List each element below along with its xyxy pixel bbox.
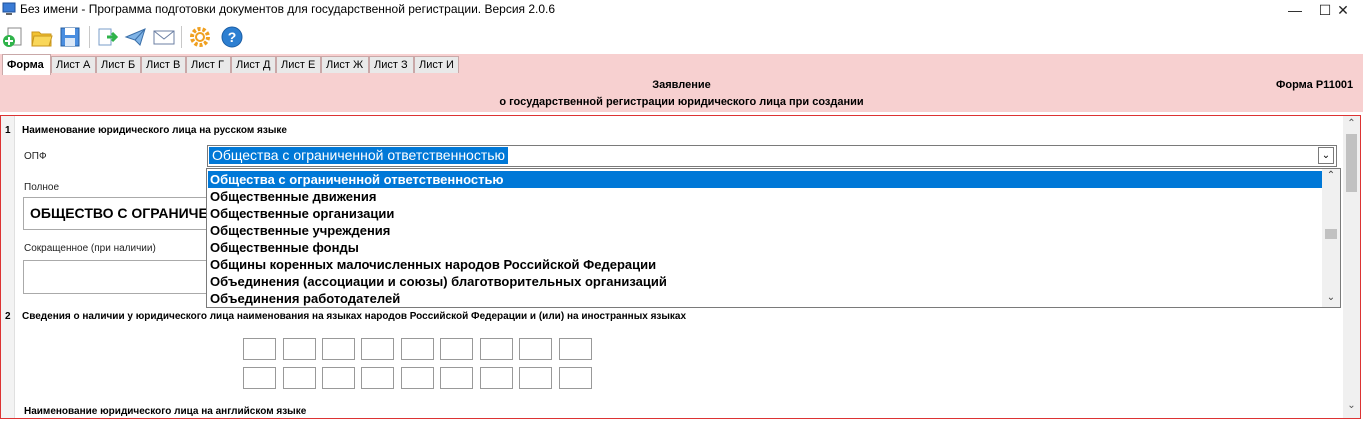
send-icon[interactable]	[123, 24, 149, 50]
dropdown-option[interactable]: Общины коренных малочисленных народов Ро…	[208, 256, 1322, 273]
language-cell[interactable]	[361, 338, 394, 360]
dropdown-option[interactable]: Общественные организации	[208, 205, 1322, 222]
dropdown-option[interactable]: Общественные движения	[208, 188, 1322, 205]
tab-list-e[interactable]: Лист Е	[276, 56, 321, 73]
short-name-label: Сокращенное (при наличии)	[24, 243, 156, 254]
open-folder-icon[interactable]	[29, 24, 55, 50]
tab-list-a[interactable]: Лист А	[51, 56, 96, 73]
window-title: Без имени - Программа подготовки докумен…	[20, 2, 556, 16]
form-code: Форма Р11001	[1276, 79, 1354, 91]
chevron-down-icon[interactable]: ⌄	[1318, 147, 1334, 164]
english-name-label: Наименование юридического лица на англий…	[24, 406, 307, 417]
tab-list-d[interactable]: Лист Д	[231, 56, 276, 73]
tab-list-zh[interactable]: Лист Ж	[321, 56, 369, 73]
language-cell[interactable]	[519, 338, 552, 360]
opf-dropdown-list: Общества с ограниченной ответственностью…	[206, 168, 1341, 308]
full-name-input[interactable]: ОБЩЕСТВО С ОГРАНИЧЕ	[23, 197, 208, 230]
save-icon[interactable]	[57, 24, 83, 50]
mail-icon[interactable]	[151, 24, 177, 50]
short-name-input[interactable]	[23, 260, 207, 294]
chevron-down-icon[interactable]: ⌄	[1343, 400, 1360, 414]
toolbar-divider	[181, 26, 182, 48]
tab-list-g[interactable]: Лист Г	[186, 56, 231, 73]
opf-label: ОПФ	[24, 151, 47, 162]
dropdown-option[interactable]: Общества с ограниченной ответственностью	[208, 171, 1322, 188]
dropdown-scroll-thumb[interactable]	[1325, 229, 1337, 239]
language-cell[interactable]	[401, 367, 434, 389]
section-gutter	[1, 116, 15, 418]
language-cell[interactable]	[480, 338, 513, 360]
language-cell[interactable]	[559, 338, 592, 360]
chevron-up-icon[interactable]: ⌃	[1343, 118, 1360, 132]
export-icon[interactable]	[95, 24, 121, 50]
language-cell[interactable]	[519, 367, 552, 389]
dropdown-option[interactable]: Общественные учреждения	[208, 222, 1322, 239]
form-subtitle: о государственной регистрации юридическо…	[499, 96, 864, 108]
opf-selected-value: Общества с ограниченной ответственностью	[209, 147, 509, 164]
tab-list-v[interactable]: Лист В	[141, 56, 186, 73]
section-2-number: 2	[5, 311, 11, 322]
section-1-title: Наименование юридического лица на русско…	[22, 125, 287, 136]
app-icon	[2, 2, 16, 16]
dropdown-option[interactable]: Общественные фонды	[208, 239, 1322, 256]
language-cell[interactable]	[283, 338, 316, 360]
help-icon[interactable]: ?	[219, 24, 245, 50]
form-title: Заявление	[652, 79, 711, 91]
svg-text:?: ?	[228, 29, 237, 45]
new-document-icon[interactable]	[1, 24, 27, 50]
tab-list-i[interactable]: Лист И	[414, 56, 459, 73]
dropdown-option[interactable]: Объединения (ассоциации и союзы) благотв…	[208, 273, 1322, 290]
language-cell[interactable]	[361, 367, 394, 389]
tab-forma[interactable]: Форма	[2, 54, 51, 75]
language-cell[interactable]	[243, 338, 276, 360]
section-2-title: Сведения о наличии у юридического лица н…	[22, 311, 687, 322]
language-cell[interactable]	[559, 367, 592, 389]
tab-list-b[interactable]: Лист Б	[96, 56, 141, 73]
dropdown-option[interactable]: Объединения работодателей	[208, 290, 1322, 307]
language-cell[interactable]	[401, 338, 434, 360]
chevron-down-icon[interactable]: ⌄	[1322, 292, 1340, 306]
language-cell[interactable]	[440, 338, 473, 360]
language-cell[interactable]	[322, 338, 355, 360]
form-scroll-thumb[interactable]	[1346, 134, 1357, 192]
chevron-up-icon[interactable]: ⌃	[1322, 170, 1340, 184]
settings-icon[interactable]	[187, 24, 213, 50]
language-cell[interactable]	[243, 367, 276, 389]
language-cell[interactable]	[480, 367, 513, 389]
tab-list-z[interactable]: Лист З	[369, 56, 414, 73]
language-cell[interactable]	[283, 367, 316, 389]
close-button[interactable]: ✕	[1320, 0, 1363, 20]
section-1-number: 1	[5, 125, 11, 136]
full-name-value: ОБЩЕСТВО С ОГРАНИЧЕ	[30, 205, 208, 221]
language-cell[interactable]	[440, 367, 473, 389]
full-name-label: Полное	[24, 182, 60, 193]
language-cell[interactable]	[322, 367, 355, 389]
toolbar-divider	[89, 26, 90, 48]
